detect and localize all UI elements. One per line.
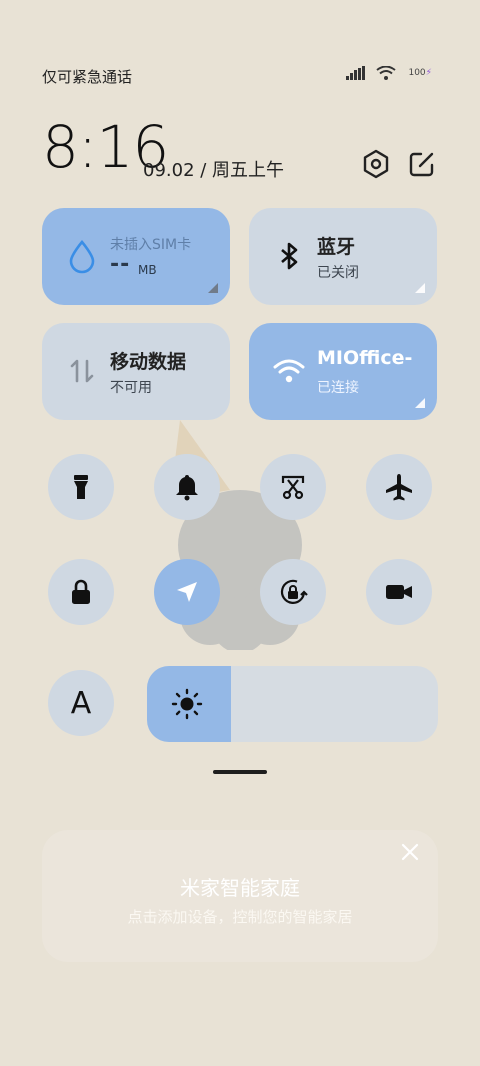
drag-handle[interactable] xyxy=(213,770,267,774)
lock-icon xyxy=(72,579,90,604)
font-size-button[interactable]: A xyxy=(48,670,114,736)
tile-corner-indicator xyxy=(415,398,425,408)
mobile-data-status: 不可用 xyxy=(110,380,152,396)
wifi-tile[interactable]: MIOffice- 已连接 xyxy=(249,323,437,420)
wifi-network-name: MIOffice- xyxy=(317,347,413,369)
sim-title: 未插入SIM卡 xyxy=(110,237,192,253)
bell-icon xyxy=(176,475,198,501)
close-icon[interactable] xyxy=(400,842,420,862)
battery-icon: 100⚡ xyxy=(408,68,432,78)
sim-usage-unit: MB xyxy=(138,263,157,277)
flashlight-icon xyxy=(74,475,88,499)
battery-level: 100 xyxy=(408,68,426,78)
status-text: 仅可紧急通话 xyxy=(42,68,133,86)
settings-hex-icon[interactable] xyxy=(360,148,392,180)
wifi-status: 已连接 xyxy=(317,380,359,396)
signal-icon xyxy=(346,66,366,80)
bluetooth-title: 蓝牙 xyxy=(317,236,356,258)
lock-screen-toggle[interactable] xyxy=(48,559,114,625)
location-toggle[interactable] xyxy=(154,559,220,625)
font-size-letter: A xyxy=(70,685,92,721)
mobile-data-title: 移动数据 xyxy=(110,351,187,373)
airplane-icon xyxy=(386,474,412,501)
wifi-icon xyxy=(273,359,305,383)
screen-recorder-toggle[interactable] xyxy=(366,559,432,625)
mobile-data-tile[interactable]: 移动数据 不可用 xyxy=(42,323,230,420)
ringer-toggle[interactable] xyxy=(154,454,220,520)
data-arrows-icon xyxy=(70,359,94,383)
bluetooth-tile[interactable]: 蓝牙 已关闭 xyxy=(249,208,437,305)
sim-data-tile[interactable]: 未插入SIM卡 -- MB xyxy=(42,208,230,305)
video-camera-icon xyxy=(386,585,412,599)
screenshot-scissors-icon xyxy=(281,475,305,500)
tile-corner-indicator xyxy=(208,283,218,293)
status-icons: 100⚡ xyxy=(346,66,434,80)
tile-corner-indicator xyxy=(415,283,425,293)
bluetooth-status: 已关闭 xyxy=(317,265,359,281)
screenshot-toggle[interactable] xyxy=(260,454,326,520)
flashlight-toggle[interactable] xyxy=(48,454,114,520)
rotation-lock-icon xyxy=(280,579,308,604)
location-icon xyxy=(177,582,197,602)
airplane-mode-toggle[interactable] xyxy=(366,454,432,520)
bluetooth-icon xyxy=(281,242,298,270)
water-drop-icon xyxy=(69,239,95,274)
sun-icon xyxy=(171,688,203,720)
brightness-slider[interactable] xyxy=(147,666,438,742)
edit-icon[interactable] xyxy=(406,148,438,180)
rotation-lock-toggle[interactable] xyxy=(260,559,326,625)
mijia-title: 米家智能家庭 xyxy=(180,876,300,900)
mijia-subtitle: 点击添加设备，控制您的智能家居 xyxy=(127,908,353,926)
wifi-icon xyxy=(376,66,397,80)
clock-date: 09.02 / 周五上午 xyxy=(143,160,285,181)
mijia-card[interactable]: 米家智能家庭 点击添加设备，控制您的智能家居 xyxy=(42,830,438,962)
sim-usage-value: -- xyxy=(110,252,131,277)
